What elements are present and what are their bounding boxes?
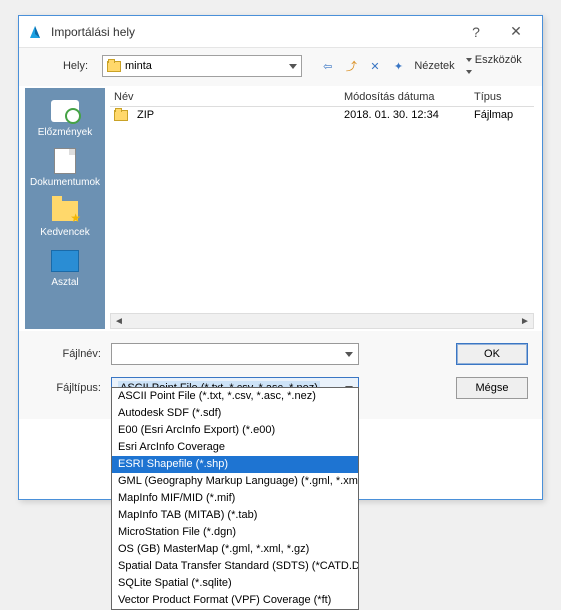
tools-menu[interactable]: Eszközök: [463, 54, 532, 78]
filetype-option[interactable]: MapInfo TAB (MITAB) (*.tab): [112, 507, 358, 524]
filetype-option[interactable]: SQLite Spatial (*.sqlite): [112, 575, 358, 592]
window-title: Importálási hely: [51, 25, 456, 39]
toolbar: Hely: minta ⇦ ⤴ ✕ ✦ Nézetek Eszközök: [19, 48, 542, 86]
folder-icon: [114, 110, 128, 121]
sidebar-item-desktop[interactable]: Asztal: [25, 244, 105, 291]
filetype-option[interactable]: Spatial Data Transfer Standard (SDTS) (*…: [112, 558, 358, 575]
file-date: 2018. 01. 30. 12:34: [344, 109, 474, 121]
new-folder-icon[interactable]: ✦: [391, 58, 407, 74]
bottom-panel: Fájlnév: OK Fájltípus: ASCII Point File …: [19, 331, 542, 419]
horizontal-scrollbar[interactable]: ◄ ►: [110, 313, 534, 329]
toolbar-icons: ⇦ ⤴ ✕ ✦ Nézetek Eszközök: [320, 54, 532, 78]
up-icon[interactable]: ⤴: [344, 58, 360, 74]
filename-label: Fájlnév:: [33, 348, 101, 360]
help-button[interactable]: ?: [456, 18, 496, 46]
views-menu[interactable]: Nézetek: [414, 60, 454, 72]
scroll-left-icon[interactable]: ◄: [111, 314, 127, 328]
places-sidebar: Előzmények Dokumentumok Kedvencek Asztal: [25, 88, 105, 329]
chevron-down-icon[interactable]: [340, 344, 358, 364]
filetype-option[interactable]: ESRI Shapefile (*.shp): [112, 456, 358, 473]
ok-button[interactable]: OK: [456, 343, 528, 365]
filetype-dropdown[interactable]: ASCII Point File (*.txt, *.csv, *.asc, *…: [111, 387, 359, 610]
app-icon: [27, 24, 43, 40]
close-button[interactable]: ✕: [496, 18, 536, 46]
desktop-icon: [51, 250, 79, 272]
folder-icon: [107, 61, 121, 72]
scroll-right-icon[interactable]: ►: [517, 314, 533, 328]
column-headers: Név Módosítás dátuma Típus: [110, 88, 534, 107]
sidebar-item-label: Asztal: [51, 277, 78, 288]
chevron-down-icon: [289, 64, 297, 69]
cancel-button[interactable]: Mégse: [456, 377, 528, 399]
sidebar-item-favorites[interactable]: Kedvencek: [25, 194, 105, 241]
filetype-option[interactable]: MapInfo MIF/MID (*.mif): [112, 490, 358, 507]
import-dialog: Importálási hely ? ✕ Hely: minta ⇦ ⤴ ✕ ✦…: [18, 15, 543, 500]
col-header-type[interactable]: Típus: [474, 91, 530, 103]
sidebar-item-documents[interactable]: Dokumentumok: [25, 144, 105, 191]
back-icon[interactable]: ⇦: [320, 58, 336, 74]
sidebar-item-label: Kedvencek: [40, 227, 89, 238]
filetype-option[interactable]: GML (Geography Markup Language) (*.gml, …: [112, 473, 358, 490]
file-name: ZIP: [137, 109, 154, 121]
file-type: Fájlmap: [474, 109, 530, 121]
sidebar-item-history[interactable]: Előzmények: [25, 94, 105, 141]
filetype-option[interactable]: MicroStation File (*.dgn): [112, 524, 358, 541]
sidebar-item-label: Dokumentumok: [30, 177, 100, 188]
documents-icon: [54, 148, 76, 174]
file-row[interactable]: ZIP 2018. 01. 30. 12:34 Fájlmap: [110, 107, 534, 123]
filetype-option[interactable]: Autodesk SDF (*.sdf): [112, 405, 358, 422]
file-list: Név Módosítás dátuma Típus ZIP 2018. 01.…: [110, 88, 534, 329]
col-header-name[interactable]: Név: [114, 91, 344, 103]
sidebar-item-label: Előzmények: [38, 127, 92, 138]
titlebar: Importálási hely ? ✕: [19, 16, 542, 48]
help-icon: ?: [472, 24, 480, 40]
col-header-date[interactable]: Módosítás dátuma: [344, 91, 474, 103]
filetype-label: Fájltípus:: [33, 382, 101, 394]
filetype-option[interactable]: E00 (Esri ArcInfo Export) (*.e00): [112, 422, 358, 439]
close-icon: ✕: [510, 23, 522, 40]
filetype-option[interactable]: ASCII Point File (*.txt, *.csv, *.asc, *…: [112, 388, 358, 405]
location-combo[interactable]: minta: [102, 55, 302, 77]
filetype-option[interactable]: Esri ArcInfo Coverage: [112, 439, 358, 456]
search-icon[interactable]: ✕: [367, 58, 383, 74]
filename-input[interactable]: [111, 343, 359, 365]
filetype-option[interactable]: Vector Product Format (VPF) Coverage (*f…: [112, 592, 358, 609]
filetype-option[interactable]: OS (GB) MasterMap (*.gml, *.xml, *.gz): [112, 541, 358, 558]
favorites-icon: [52, 201, 78, 221]
location-value: minta: [125, 60, 152, 72]
location-label: Hely:: [29, 60, 88, 72]
history-icon: [51, 100, 79, 122]
